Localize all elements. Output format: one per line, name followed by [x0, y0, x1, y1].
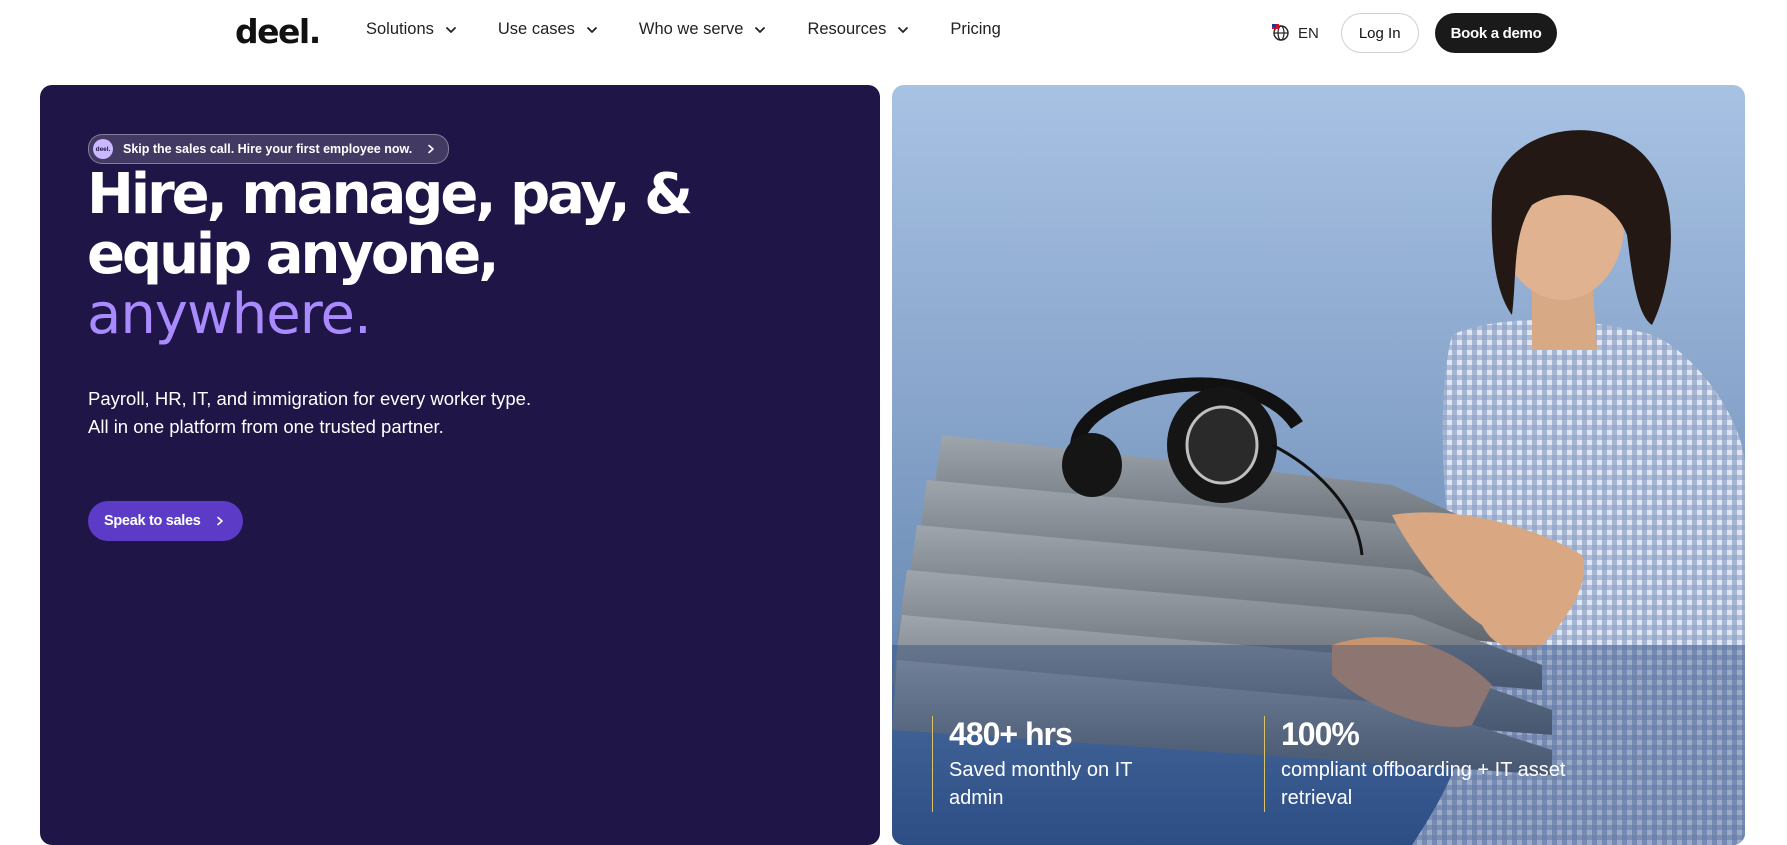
headline-accent: anywhere.	[87, 282, 372, 347]
nav-item-label: Who we serve	[638, 20, 744, 38]
deel-badge-icon: deel.	[93, 139, 113, 159]
hero-panel: deel. Skip the sales call. Hire your fir…	[40, 85, 880, 845]
stat-compliance: 100% compliant offboarding + IT asset re…	[1264, 716, 1565, 812]
chevron-down-icon	[898, 26, 909, 33]
stat-value: 100%	[1281, 716, 1360, 752]
chevron-down-icon	[445, 26, 456, 33]
nav-item-label: Use cases	[497, 20, 575, 38]
nav-item-solutions[interactable]: Solutions	[366, 20, 458, 39]
subtext-line-1: Payroll, HR, IT, and immigration for eve…	[88, 388, 532, 409]
language-label: EN	[1298, 24, 1319, 42]
stat-label-line-2: retrieval	[1281, 787, 1353, 809]
nav-menu: Solutions Use cases Who we serve Resourc…	[366, 20, 1041, 39]
stat-label: compliant offboarding + IT asset retriev…	[1281, 756, 1565, 812]
nav-item-who-we-serve[interactable]: Who we serve	[639, 20, 768, 39]
nav-item-resources[interactable]: Resources	[807, 20, 910, 39]
headline-line-1: Hire, manage, pay, &	[87, 162, 693, 227]
cta-label: Speak to sales	[104, 513, 201, 529]
chevron-down-icon	[755, 26, 766, 33]
nav-actions: EN Log In Book a demo	[1272, 13, 1558, 53]
nav-item-pricing[interactable]: Pricing	[950, 20, 1000, 39]
promo-pill-text: Skip the sales call. Hire your first emp…	[123, 142, 413, 156]
top-navigation: deel. Solutions Use cases Who we serve R…	[0, 0, 1787, 66]
chevron-down-icon	[587, 26, 597, 33]
hero-subtext: Payroll, HR, IT, and immigration for eve…	[88, 385, 531, 441]
stat-label-line-1: Saved monthly on IT	[949, 759, 1133, 781]
hero-image-panel: 480+ hrs Saved monthly on IT admin 100% …	[892, 85, 1745, 845]
nav-item-use-cases[interactable]: Use cases	[498, 20, 599, 39]
nav-item-label: Resources	[807, 20, 887, 38]
deel-logo[interactable]: deel.	[235, 12, 321, 51]
speak-to-sales-button[interactable]: Speak to sales	[88, 501, 243, 541]
headline-line-2: equip anyone,	[87, 222, 499, 287]
chevron-right-icon	[428, 144, 435, 154]
book-demo-button[interactable]: Book a demo	[1434, 13, 1558, 53]
hero-headline: Hire, manage, pay, & equip anyone, anywh…	[87, 162, 693, 347]
nav-item-label: Solutions	[366, 20, 434, 38]
stat-it-hours: 480+ hrs Saved monthly on IT admin	[932, 716, 1132, 812]
promo-pill[interactable]: deel. Skip the sales call. Hire your fir…	[88, 134, 450, 164]
stat-label: Saved monthly on IT admin	[949, 756, 1132, 812]
stat-label-line-1: compliant offboarding + IT asset	[1281, 759, 1566, 781]
stat-value: 480+ hrs	[949, 716, 1073, 752]
chevron-right-icon	[216, 516, 223, 526]
nav-item-label: Pricing	[950, 20, 1001, 38]
globe-icon	[1272, 24, 1289, 41]
login-button[interactable]: Log In	[1340, 13, 1419, 53]
subtext-line-2: All in one platform from one trusted par…	[88, 416, 444, 437]
language-selector[interactable]: EN	[1272, 24, 1319, 42]
stat-label-line-2: admin	[949, 787, 1004, 809]
